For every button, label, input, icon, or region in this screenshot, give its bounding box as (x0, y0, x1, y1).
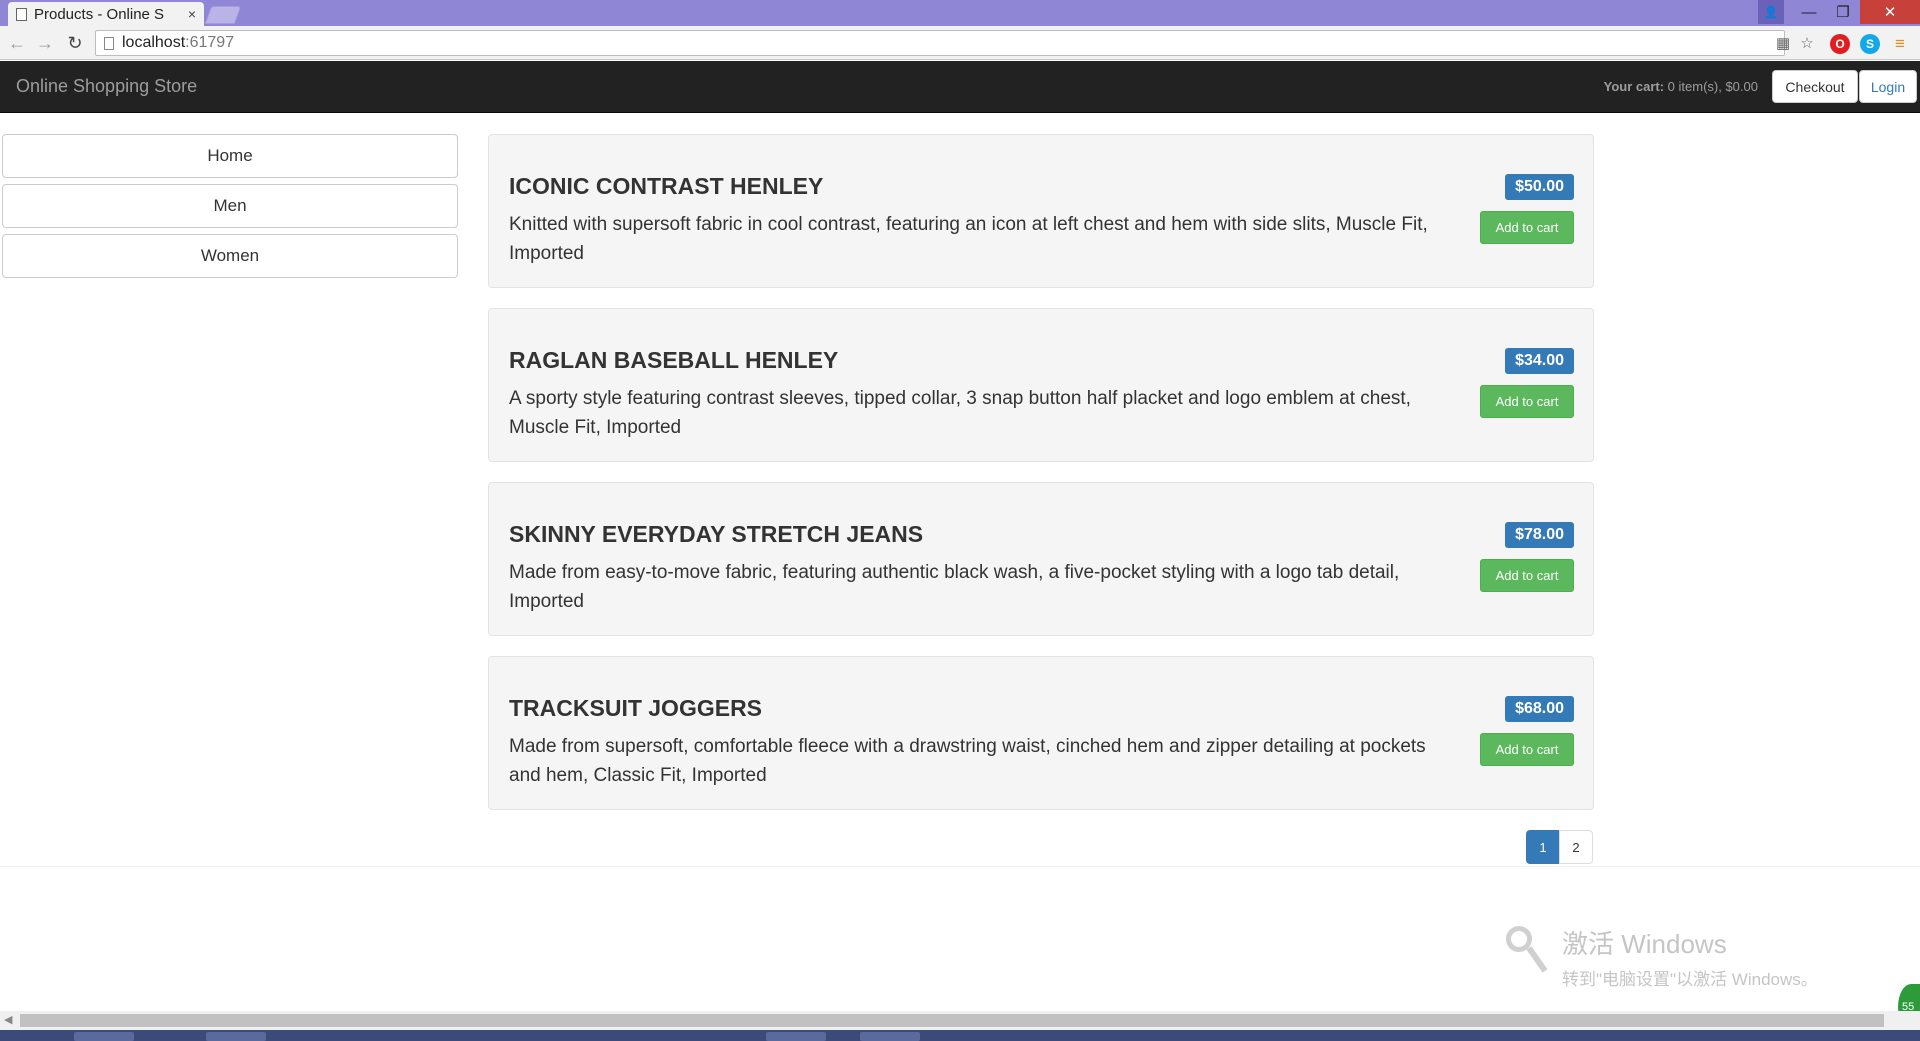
product-description: Made from easy-to-move fabric, featuring… (509, 562, 1400, 612)
price-badge: $78.00 (1505, 522, 1574, 548)
product-card: ICONIC CONTRAST HENLEY Knitted with supe… (488, 134, 1594, 288)
taskbar-app[interactable] (766, 1032, 826, 1041)
add-to-cart-button[interactable]: Add to cart (1480, 385, 1574, 418)
address-bar[interactable]: localhost :61797 (95, 30, 1785, 56)
add-to-cart-button[interactable]: Add to cart (1480, 211, 1574, 244)
pagination: 1 2 (1526, 830, 1593, 864)
scroll-left-icon[interactable]: ◀ (4, 1013, 12, 1026)
user-profile-icon[interactable]: 👤 (1758, 0, 1784, 24)
product-name: ICONIC CONTRAST HENLEY (509, 173, 824, 199)
sidebar-item-men[interactable]: Men (2, 184, 458, 228)
windows-activation-watermark: 激活 Windows 转到"电脑设置"以激活 Windows。 (1504, 924, 1818, 990)
taskbar-app[interactable] (206, 1032, 266, 1041)
horizontal-scrollbar[interactable]: ◀ (0, 1011, 1920, 1030)
scrollbar-thumb[interactable] (20, 1014, 1884, 1027)
product-description: A sporty style featuring contrast sleeve… (509, 388, 1411, 438)
taskbar-app[interactable] (74, 1032, 134, 1041)
sidebar-item-women[interactable]: Women (2, 234, 458, 278)
price-badge: $50.00 (1505, 174, 1574, 200)
url-host: localhost (122, 34, 186, 51)
reload-icon[interactable]: ↻ (63, 31, 87, 55)
tab-close-icon[interactable]: × (188, 6, 196, 22)
product-card: RAGLAN BASEBALL HENLEY A sporty style fe… (488, 308, 1594, 462)
product-list: ICONIC CONTRAST HENLEY Knitted with supe… (488, 134, 1594, 830)
product-name: SKINNY EVERYDAY STRETCH JEANS (509, 521, 924, 547)
browser-titlebar: Products - Online S × 👤 — ❐ ✕ (0, 0, 1920, 26)
opera-extension-icon[interactable]: O (1830, 34, 1850, 54)
product-card: SKINNY EVERYDAY STRETCH JEANS Made from … (488, 482, 1594, 636)
taskbar-app[interactable] (860, 1032, 920, 1041)
add-to-cart-button[interactable]: Add to cart (1480, 559, 1574, 592)
chrome-menu-icon[interactable]: ≡ (1890, 34, 1910, 54)
tab-title: Products - Online S (34, 5, 165, 23)
back-arrow-icon[interactable]: ← (5, 31, 29, 55)
price-badge: $34.00 (1505, 348, 1574, 374)
windows-taskbar (0, 1030, 1920, 1041)
sidebar-item-home[interactable]: Home (2, 134, 458, 178)
product-description: Knitted with supersoft fabric in cool co… (509, 214, 1428, 264)
cart-value: 0 item(s), $0.00 (1667, 79, 1758, 94)
add-to-cart-button[interactable]: Add to cart (1480, 733, 1574, 766)
bookmark-star-icon[interactable]: ☆ (1800, 34, 1813, 52)
page-icon (16, 7, 27, 21)
login-button[interactable]: Login (1859, 70, 1917, 103)
cart-label: Your cart: (1603, 79, 1665, 94)
price-badge: $68.00 (1505, 696, 1574, 722)
page-info-icon[interactable] (104, 36, 114, 50)
product-name: TRACKSUIT JOGGERS (509, 695, 763, 721)
product-card: TRACKSUIT JOGGERS Made from supersoft, c… (488, 656, 1594, 810)
new-tab-button[interactable] (204, 6, 242, 24)
browser-toolbar: ← → ↻ localhost :61797 ▦ ☆ O S ≡ (0, 26, 1920, 60)
cart-summary: Your cart: 0 item(s), $0.00 (1604, 79, 1758, 94)
watermark-title: 激活 Windows (1562, 929, 1727, 959)
product-description: Made from supersoft, comfortable fleece … (509, 736, 1426, 786)
app-navbar: Online Shopping Store Your cart: 0 item(… (0, 61, 1920, 113)
browser-tab[interactable]: Products - Online S × (8, 2, 204, 26)
translate-icon[interactable]: ▦ (1776, 34, 1790, 52)
forward-arrow-icon[interactable]: → (33, 31, 57, 55)
brand-link[interactable]: Online Shopping Store (16, 76, 197, 97)
close-window-button[interactable]: ✕ (1860, 0, 1920, 24)
product-name: RAGLAN BASEBALL HENLEY (509, 347, 839, 373)
key-icon (1504, 924, 1550, 978)
url-port: :61797 (185, 34, 235, 51)
skype-extension-icon[interactable]: S (1860, 34, 1880, 54)
page-link-1[interactable]: 1 (1526, 830, 1560, 864)
checkout-button[interactable]: Checkout (1772, 70, 1858, 103)
footer-divider (0, 866, 1920, 867)
watermark-subtitle: 转到"电脑设置"以激活 Windows。 (1562, 970, 1818, 989)
page-link-2[interactable]: 2 (1559, 830, 1593, 864)
category-sidebar: Home Men Women (2, 134, 458, 284)
minimize-button[interactable]: — (1792, 0, 1826, 24)
maximize-button[interactable]: ❐ (1826, 0, 1860, 24)
